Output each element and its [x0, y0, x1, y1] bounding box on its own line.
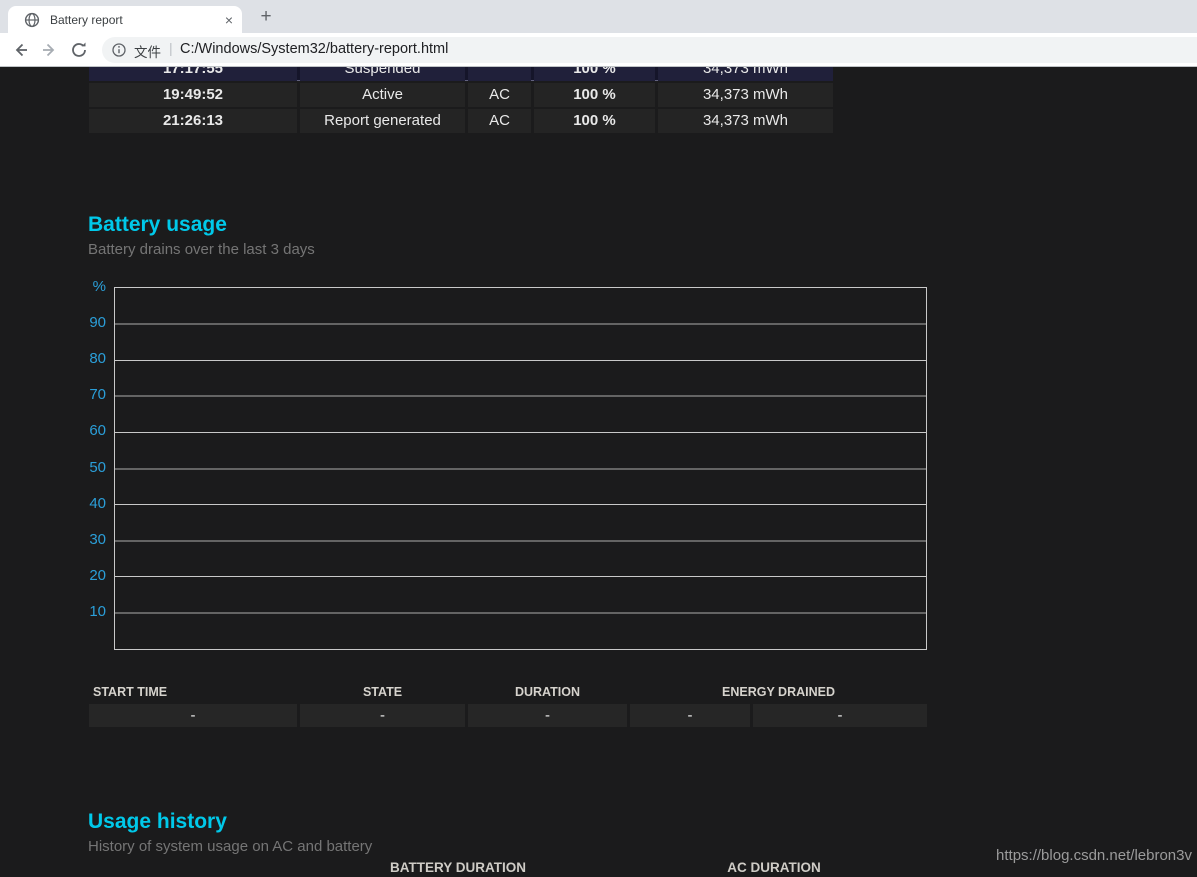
cell-state: Active [300, 83, 465, 107]
refresh-icon[interactable] [69, 40, 89, 60]
tab-battery-report[interactable]: Battery report × [8, 6, 242, 33]
y-tick-label: 90 [60, 314, 106, 332]
usage-history-title: Usage history [88, 810, 227, 834]
forward-icon[interactable] [40, 40, 60, 60]
y-tick-label: 50 [60, 459, 106, 477]
battery-usage-chart [114, 287, 927, 650]
gridline-70 [115, 395, 926, 397]
y-tick-label: 30 [60, 531, 106, 549]
gridline-60 [115, 432, 926, 433]
y-tick-label: 70 [60, 386, 106, 404]
back-icon[interactable] [10, 40, 30, 60]
gridline-10 [115, 612, 926, 614]
file-scheme-label: 文件 [134, 41, 161, 61]
address-bar[interactable]: 文件 | C:/Windows/System32/battery-report.… [102, 37, 1197, 63]
cell-energy: 34,373 mWh [658, 83, 833, 107]
table-cell-empty: - [89, 704, 297, 727]
cell-capacity: 100 % [534, 83, 655, 107]
gridline-40 [115, 504, 926, 505]
table-cell-empty: - [630, 704, 750, 727]
y-tick-label: 20 [60, 567, 106, 585]
table-cell-empty: - [300, 704, 465, 727]
battery-duration-header: BATTERY DURATION [350, 860, 566, 877]
table-cell-empty: - [753, 704, 927, 727]
globe-favicon-icon [24, 12, 40, 28]
table-row: 21:26:13Report generatedAC100 %34,373 mW… [89, 109, 833, 133]
table-row: 19:49:52ActiveAC100 %34,373 mWh [89, 83, 833, 107]
usage-history-subtitle: History of system usage on AC and batter… [88, 838, 372, 855]
cell-start-time: 21:26:13 [89, 109, 297, 133]
y-tick-label: 80 [60, 350, 106, 368]
url-text[interactable]: C:/Windows/System32/battery-report.html [180, 41, 448, 57]
y-tick-label: 10 [60, 603, 106, 621]
y-axis-unit-label: % [60, 278, 106, 296]
url-separator: | [169, 40, 173, 56]
battery-drains-table: START TIMESTATEDURATIONENERGY DRAINED---… [89, 684, 927, 727]
recent-usage-table: 17:17:55Suspended100 %34,373 mWh19:49:52… [89, 57, 833, 133]
new-tab-button[interactable]: + [254, 6, 278, 28]
watermark-url: https://blog.csdn.net/lebron3v [900, 847, 1192, 864]
browser-toolbar: 文件 | C:/Windows/System32/battery-report.… [0, 33, 1197, 67]
cell-start-time: 19:49:52 [89, 83, 297, 107]
column-header: START TIME [93, 684, 297, 700]
cell-capacity: 100 % [534, 109, 655, 133]
battery-usage-subtitle: Battery drains over the last 3 days [88, 241, 315, 258]
table-cell-empty: - [468, 704, 627, 727]
ac-duration-header: AC DURATION [700, 860, 848, 877]
page-info-icon[interactable] [112, 43, 126, 57]
gridline-30 [115, 540, 926, 542]
column-header: STATE [300, 684, 465, 700]
battery-usage-title: Battery usage [88, 213, 227, 237]
tab-title: Battery report [50, 13, 123, 27]
gridline-90 [115, 323, 926, 325]
battery-report-page: 17:17:55Suspended100 %34,373 mWh19:49:52… [0, 0, 1197, 877]
y-tick-label: 40 [60, 495, 106, 513]
cell-source: AC [468, 83, 531, 107]
column-header: ENERGY DRAINED [630, 684, 927, 700]
tab-strip: Battery report × + [0, 0, 1197, 33]
tab-close-icon[interactable]: × [220, 11, 238, 29]
cell-energy: 34,373 mWh [658, 109, 833, 133]
gridline-20 [115, 576, 926, 577]
browser-window: 17:17:55Suspended100 %34,373 mWh19:49:52… [0, 0, 1197, 877]
gridline-80 [115, 360, 926, 361]
cell-state: Report generated [300, 109, 465, 133]
gridline-50 [115, 468, 926, 470]
column-header: DURATION [468, 684, 627, 700]
cell-source: AC [468, 109, 531, 133]
y-tick-label: 60 [60, 422, 106, 440]
